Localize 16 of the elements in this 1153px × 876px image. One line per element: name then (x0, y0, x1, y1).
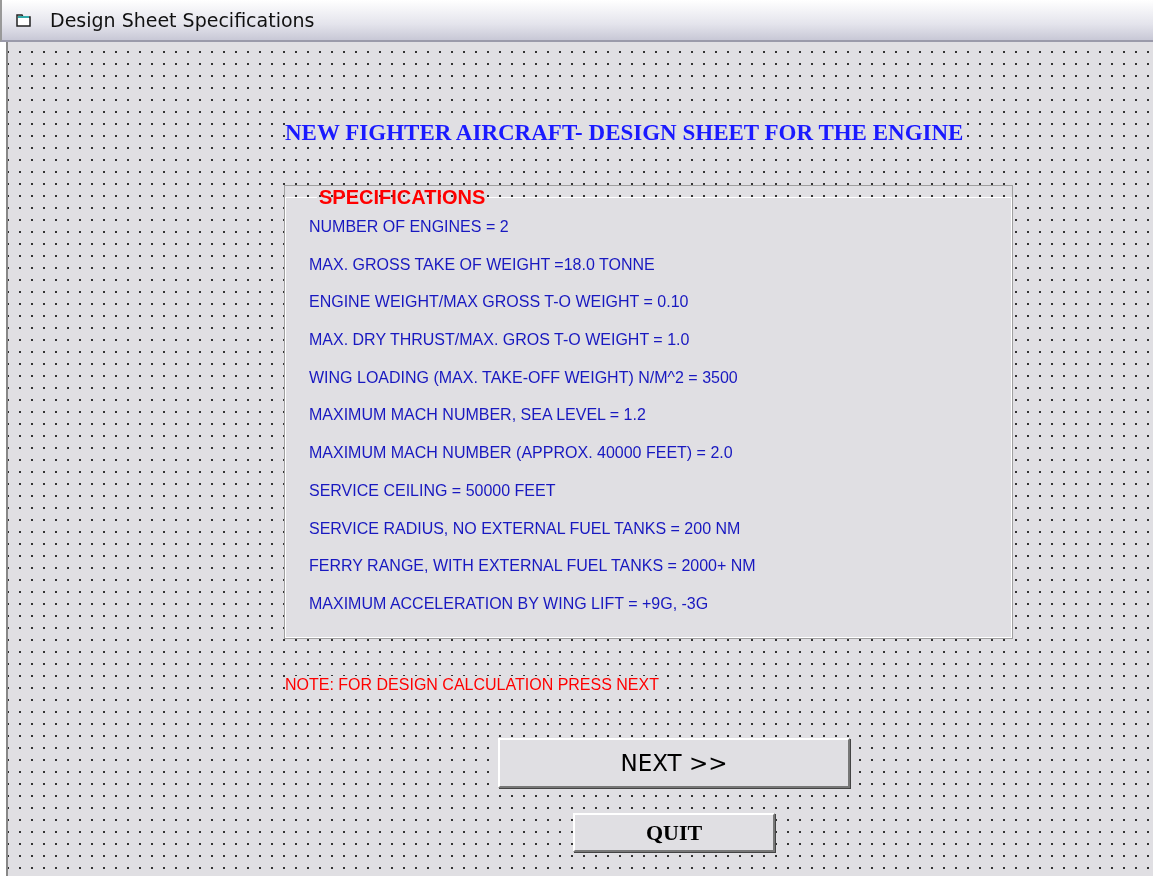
specification-text: MAXIMUM ACCELERATION BY WING LIFT = +9G, -3G (309, 593, 710, 614)
specification-text: MAXIMUM MACH NUMBER, SEA LEVEL = 1.2 (309, 405, 647, 426)
specification-text: SERVICE RADIUS, NO EXTERNAL FUEL TANKS = 200 NM (309, 518, 742, 539)
specification-text: WING LOADING (MAX. TAKE-OFF WEIGHT) N/M^2 = 3500 (309, 367, 739, 388)
specification-text: NUMBER OF ENGINES = 2 (309, 217, 510, 237)
specification-text: MAX. GROSS TAKE OF WEIGHT =18.0 TONNE (309, 254, 656, 275)
window-title: Design Sheet Specifications (50, 9, 315, 31)
specification-text: MAXIMUM MACH NUMBER (APPROX. 40000 FEET) = 2.0 (309, 443, 734, 464)
specification-text: FERRY RANGE, WITH EXTERNAL FUEL TANKS = 2000+ NM (309, 556, 757, 577)
specification-text: ENGINE WEIGHT/MAX GROSS T-O WEIGHT = 0.10 (309, 292, 690, 313)
specification-text: MAX. DRY THRUST/MAX. GROS T-O WEIGHT = 1.0 (309, 330, 691, 351)
window-icon (16, 13, 32, 27)
frame-title: SPECIFICATIONS (318, 186, 487, 209)
next-button[interactable]: NEXT >> (498, 738, 850, 788)
specification-text: SERVICE CEILING = 50000 FEET (309, 480, 557, 501)
quit-button[interactable]: QUIT (573, 813, 775, 852)
